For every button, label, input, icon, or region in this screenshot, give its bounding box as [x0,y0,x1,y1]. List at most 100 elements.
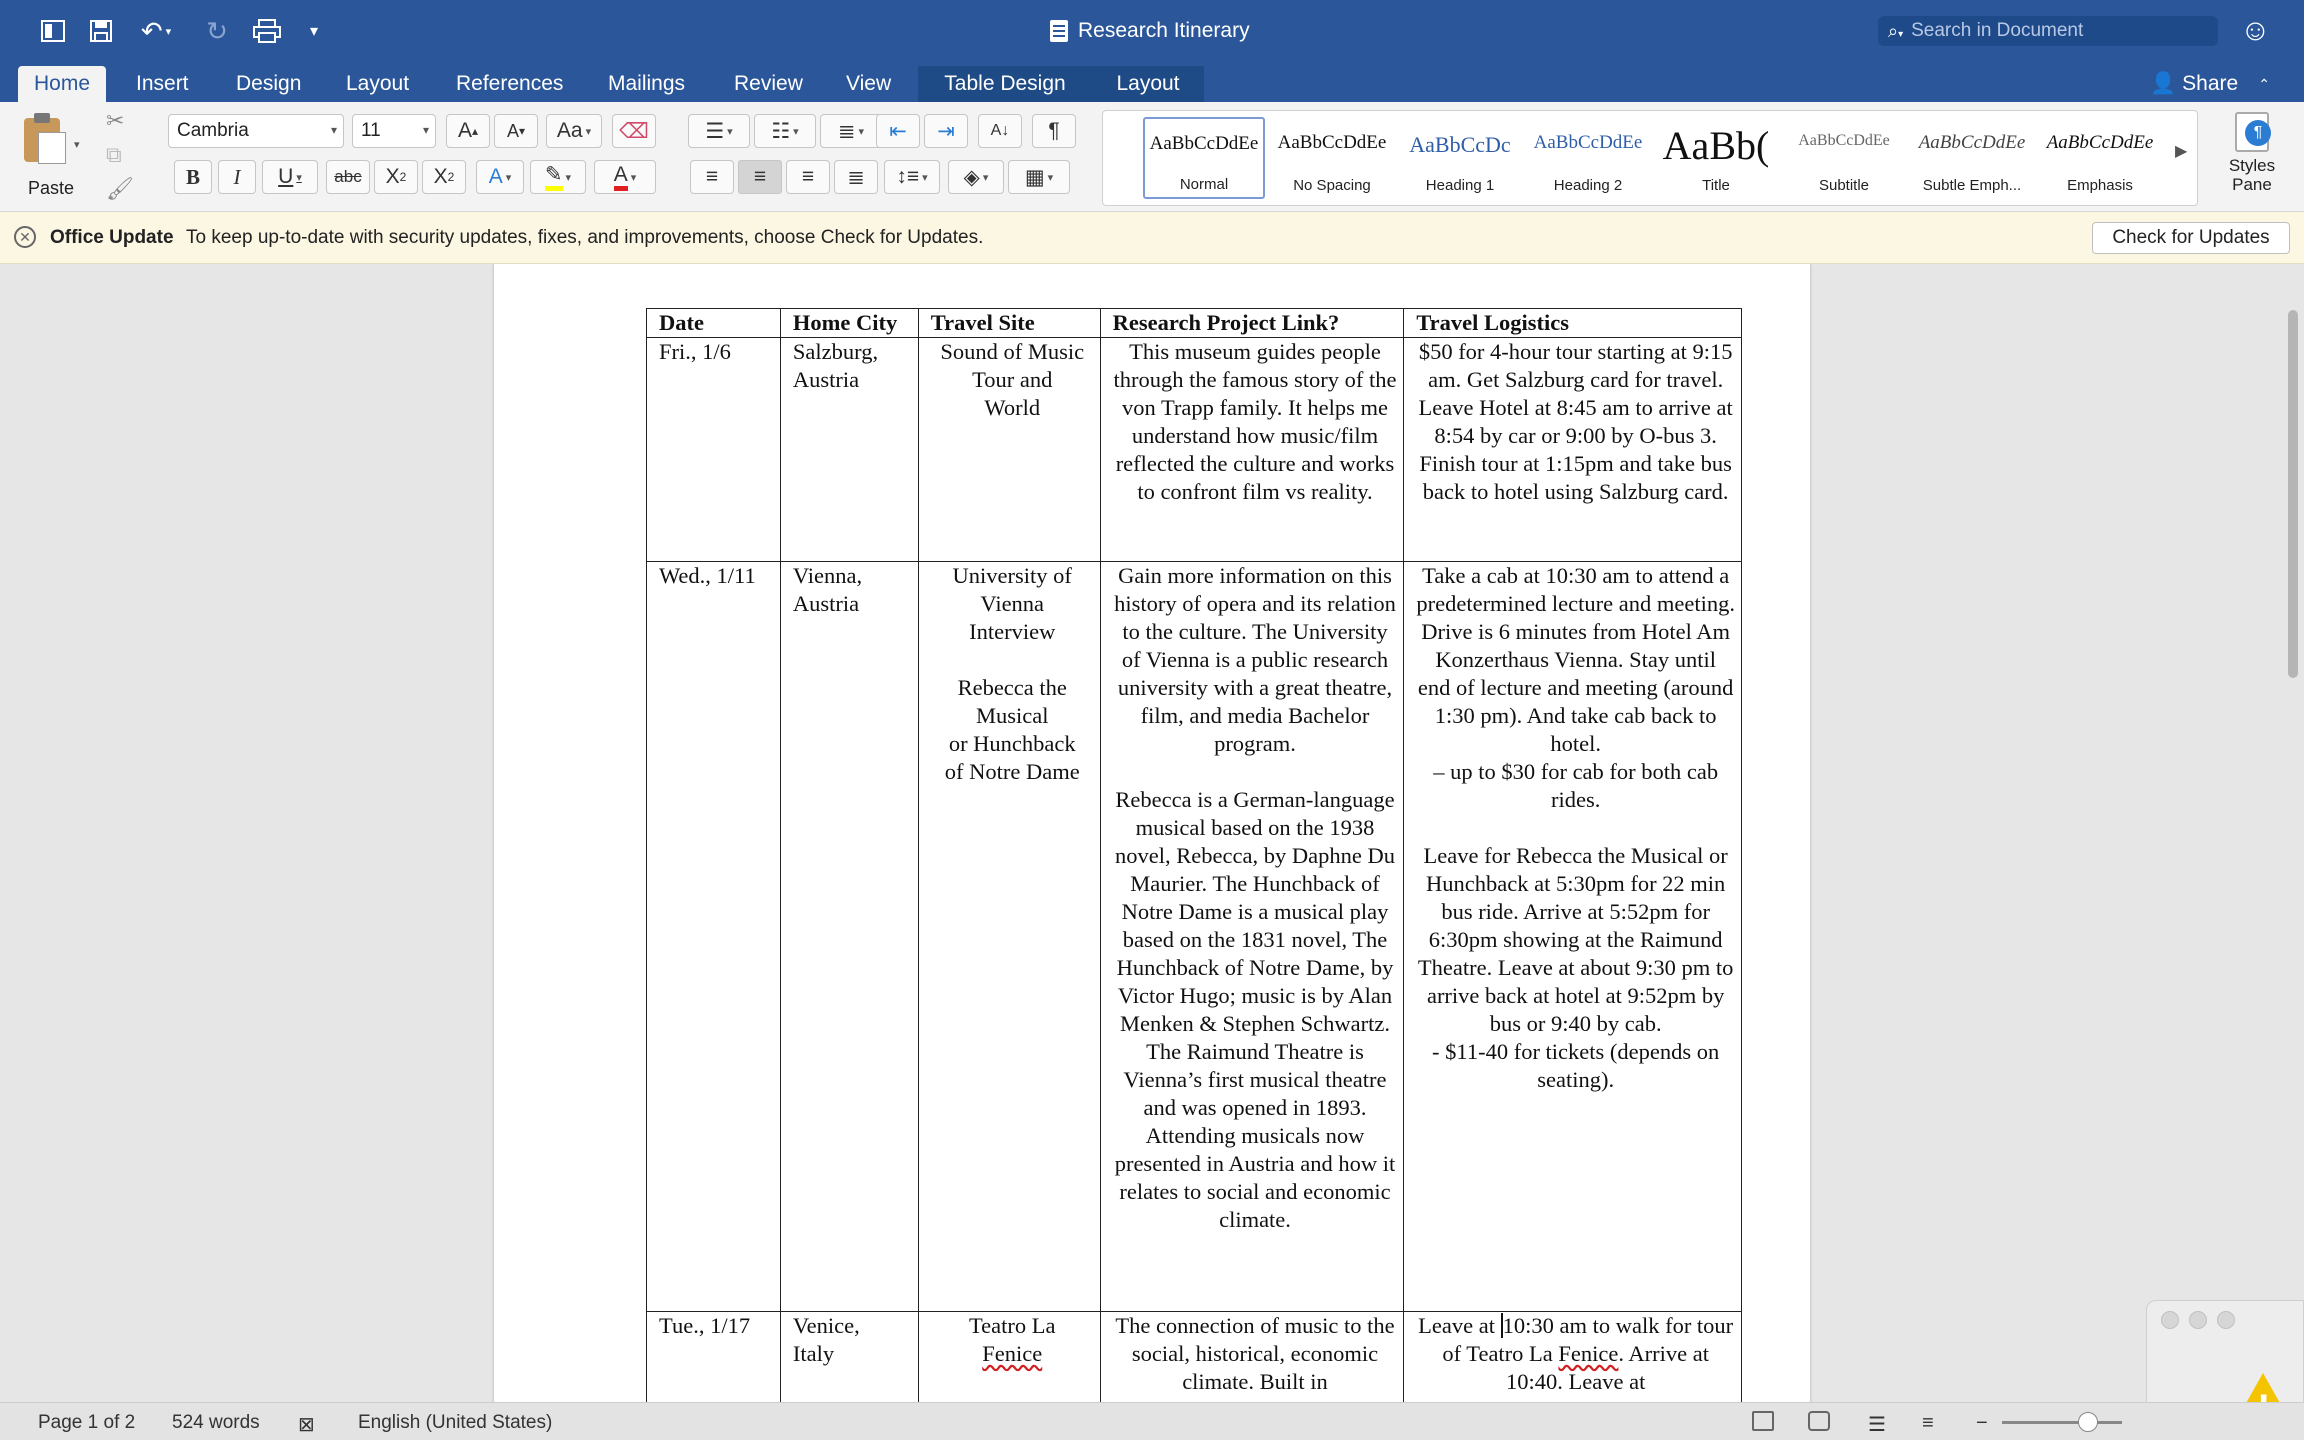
multilevel-list-button[interactable]: ≣ ▾ [820,114,882,148]
bullets-button[interactable]: ☰ ▾ [688,114,750,148]
show-formatting-button[interactable]: ¶ [1032,114,1076,148]
grow-font-button[interactable]: A ▴ [446,114,490,148]
decrease-indent-button[interactable]: ⇤ [876,114,920,148]
increase-indent-button[interactable]: ⇥ [924,114,968,148]
paste-dropdown-icon[interactable]: ▾ [74,138,80,151]
bold-button[interactable]: B [174,160,212,194]
print-icon[interactable] [250,14,284,48]
vertical-scrollbar[interactable] [2288,310,2298,678]
window-close-icon[interactable] [2161,1311,2179,1329]
cell-travel-site[interactable]: University of Vienna Interview Rebecca t… [917,561,1101,1312]
cell-research-link[interactable]: The connection of music to the social, h… [1099,1311,1405,1402]
cell-home-city[interactable]: Venice, Italy [779,1311,919,1402]
style-subtitle[interactable]: AaBbCcDdEe Subtitle [1783,117,1905,199]
tab-references[interactable]: References [440,66,579,102]
header-research-link[interactable]: Research Project Link? [1099,308,1405,338]
paste-button[interactable]: ▾ Paste [16,112,86,202]
header-date[interactable]: Date [646,308,781,338]
search-input[interactable] [1911,20,2192,42]
cell-home-city[interactable]: Salzburg, Austria [779,337,919,562]
style-heading-1[interactable]: AaBbCcDc Heading 1 [1399,117,1521,199]
shading-button[interactable]: ◈ ▾ [948,160,1004,194]
cell-travel-site[interactable]: Teatro La Fenice [917,1311,1101,1402]
cell-travel-logistics[interactable]: Take a cab at 10:30 am to attend a prede… [1403,561,1742,1312]
tab-insert[interactable]: Insert [120,66,205,102]
font-size-box[interactable]: 11 ▾ [352,114,436,148]
print-layout-view-icon[interactable] [1752,1411,1774,1431]
cell-travel-logistics[interactable]: $50 for 4-hour tour starting at 9:15 am.… [1403,337,1742,562]
cell-travel-logistics[interactable]: Leave at 10:30 am to walk for tour of Te… [1403,1311,1742,1402]
customize-icon[interactable]: ▾ [304,14,324,48]
document-page[interactable]: Date Home City Travel Site Research Proj… [494,264,1810,1402]
web-layout-view-icon[interactable] [1808,1411,1830,1431]
align-center-button[interactable]: ≡ [738,160,782,194]
page-count[interactable]: Page 1 of 2 [38,1412,135,1434]
styles-more-arrow-icon[interactable]: ▶ [2175,141,2187,161]
tab-view[interactable]: View [830,66,907,102]
subscript-button[interactable]: X2 [374,160,418,194]
cell-date[interactable]: Fri., 1/6 [646,337,781,562]
clear-formatting-icon[interactable]: ⌫ [612,114,656,148]
strikethrough-button[interactable]: abc [326,160,370,194]
redo-icon[interactable]: ↻ [202,14,232,48]
header-travel-logistics[interactable]: Travel Logistics [1403,308,1742,338]
close-icon[interactable]: ✕ [14,226,36,248]
tab-home[interactable]: Home [18,66,107,102]
font-color-button[interactable]: A ▾ [594,160,656,194]
align-right-button[interactable]: ≡ [786,160,830,194]
word-count[interactable]: 524 words [172,1412,260,1434]
style-heading-2[interactable]: AaBbCcDdEe Heading 2 [1527,117,1649,199]
header-home-city[interactable]: Home City [779,308,919,338]
header-travel-site[interactable]: Travel Site [917,308,1101,338]
copy-icon[interactable]: ⧉ [106,142,122,168]
italic-button[interactable]: I [218,160,256,194]
cell-date[interactable]: Tue., 1/17 [646,1311,781,1402]
highlight-color-button[interactable]: ✎ ▾ [530,160,586,194]
proofing-icon[interactable]: ⊠ [298,1412,315,1437]
sidebar-icon[interactable] [38,14,68,48]
underline-button[interactable]: U ▾ [262,160,318,194]
draft-view-icon[interactable]: ≡ [1922,1412,1934,1435]
superscript-button[interactable]: X2 [422,160,466,194]
line-spacing-button[interactable]: ↕≡ ▾ [884,160,940,194]
font-name-box[interactable]: Cambria ▾ [168,114,344,148]
check-for-updates-button[interactable]: Check for Updates [2092,222,2290,254]
tab-table-layout[interactable]: Layout [1092,66,1204,102]
style-title[interactable]: AaBb( Title [1655,117,1777,199]
tab-review[interactable]: Review [718,66,819,102]
style-no-spacing[interactable]: AaBbCcDdEe No Spacing [1271,117,1393,199]
sort-button[interactable]: A↓ [978,114,1022,148]
share-button[interactable]: 👤 Share ⌃ [2150,68,2270,100]
collapse-ribbon-icon[interactable]: ⌃ [2258,76,2270,93]
feedback-smiley-icon[interactable]: ☺ [2240,14,2271,48]
style-emphasis[interactable]: AaBbCcDdEe Emphasis [2039,117,2161,199]
tab-mailings[interactable]: Mailings [592,66,701,102]
cell-research-link[interactable]: Gain more information on this history of… [1099,561,1405,1312]
change-case-button[interactable]: Aa ▾ [546,114,602,148]
itinerary-table[interactable]: Date Home City Travel Site Research Proj… [646,308,1742,1402]
cell-travel-site[interactable]: Sound of Music Tour and World [917,337,1101,562]
text-effects-button[interactable]: A ▾ [476,160,524,194]
styles-pane-button[interactable]: Styles Pane [2204,112,2300,208]
search-box[interactable]: ⌕▾ [1878,16,2218,46]
tab-design[interactable]: Design [220,66,317,102]
format-painter-icon[interactable]: 🖌 [106,176,134,202]
style-normal[interactable]: AaBbCcDdEe Normal [1143,117,1265,199]
tab-layout[interactable]: Layout [330,66,425,102]
window-zoom-icon[interactable] [2217,1311,2235,1329]
shrink-font-button[interactable]: A ▾ [494,114,538,148]
cell-research-link[interactable]: This museum guides people through the fa… [1099,337,1405,562]
undo-icon[interactable]: ↶ ▾ [134,14,178,48]
numbering-button[interactable]: ☷ ▾ [754,114,816,148]
zoom-slider[interactable] [2002,1421,2122,1424]
justify-button[interactable]: ≣ [834,160,878,194]
cell-date[interactable]: Wed., 1/11 [646,561,781,1312]
cell-home-city[interactable]: Vienna, Austria [779,561,919,1312]
tab-table-design[interactable]: Table Design [918,66,1092,102]
align-left-button[interactable]: ≡ [690,160,734,194]
outline-view-icon[interactable]: ☰ [1868,1412,1886,1437]
language-status[interactable]: English (United States) [358,1412,552,1434]
zoom-slider-handle[interactable] [2078,1412,2098,1432]
zoom-out-icon[interactable]: − [1976,1412,1988,1435]
style-subtle-emphasis[interactable]: AaBbCcDdEe Subtle Emph... [1911,117,2033,199]
